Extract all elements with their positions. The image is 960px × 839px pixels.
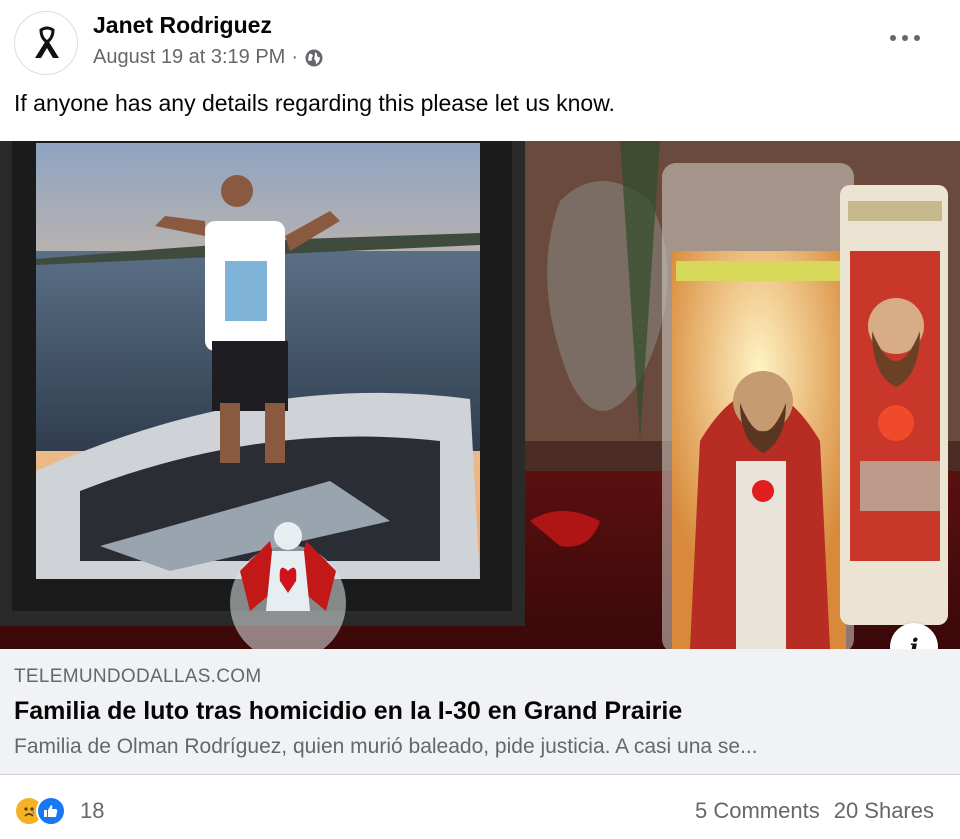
author-avatar[interactable]	[14, 11, 78, 75]
link-preview[interactable]: TELEMUNDODALLAS.COM Familia de luto tras…	[0, 649, 960, 775]
meta-separator: ·	[291, 46, 299, 68]
mourning-ribbon-icon	[35, 26, 59, 58]
post-footer: 18 5 Comments 20 Shares	[0, 775, 960, 839]
like-reaction-icon	[36, 796, 66, 826]
link-domain: TELEMUNDODALLAS.COM	[14, 666, 262, 687]
more-dot	[902, 35, 908, 41]
shares-count[interactable]: 20 Shares	[834, 798, 934, 824]
link-headline[interactable]: Familia de luto tras homicidio en la I-3…	[14, 697, 682, 726]
reaction-count: 18	[80, 798, 105, 823]
post-meta: August 19 at 3:19 PM ·	[93, 46, 324, 69]
post-header: Janet Rodriguez August 19 at 3:19 PM ·	[0, 0, 960, 88]
link-description: Familia de Olman Rodríguez, quien murió …	[14, 735, 758, 758]
post-caption: If anyone has any details regarding this…	[14, 90, 615, 116]
reactions-summary[interactable]: 18	[14, 795, 104, 827]
memorial-photo	[0, 141, 960, 649]
thumbs-up-icon	[44, 805, 58, 817]
author-name[interactable]: Janet Rodriguez	[93, 12, 272, 39]
engagement-stats: 5 Comments 20 Shares	[695, 798, 934, 824]
more-dot	[914, 35, 920, 41]
more-options-icon[interactable]	[890, 28, 920, 48]
comments-count[interactable]: 5 Comments	[695, 798, 820, 824]
link-preview-image[interactable]	[0, 141, 960, 649]
more-dot	[890, 35, 896, 41]
post-timestamp[interactable]: August 19 at 3:19 PM	[93, 46, 285, 69]
globe-icon[interactable]	[304, 48, 324, 68]
